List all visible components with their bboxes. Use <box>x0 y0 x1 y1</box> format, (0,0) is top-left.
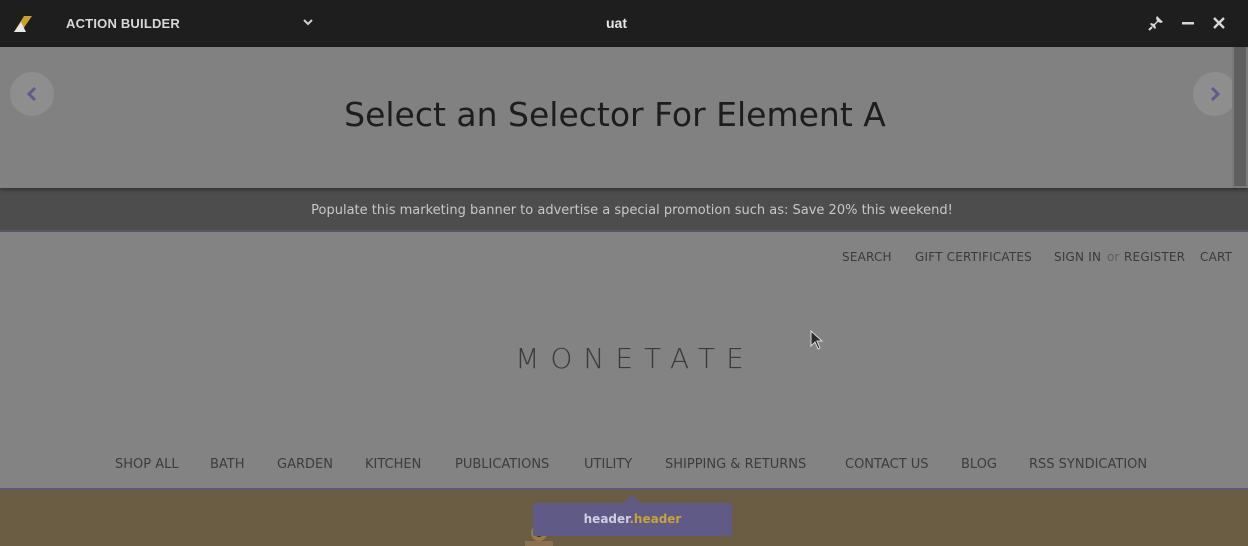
nav-bath[interactable]: BATH <box>210 457 245 472</box>
minimize-icon[interactable] <box>1179 14 1197 32</box>
nav-kitchen[interactable]: KITCHEN <box>365 457 421 472</box>
pin-icon[interactable] <box>1147 14 1165 32</box>
promo-banner: Populate this marketing banner to advert… <box>0 188 1248 232</box>
gift-certificates-link[interactable]: GIFT CERTIFICATES <box>915 250 1032 264</box>
selector-class: header <box>633 512 682 526</box>
sign-in-link[interactable]: SIGN IN <box>1054 250 1101 264</box>
next-button[interactable] <box>1193 72 1237 116</box>
close-icon[interactable] <box>1210 14 1228 32</box>
nav-shipping-returns[interactable]: SHIPPING & RETURNS <box>665 457 806 472</box>
or-text: or <box>1107 250 1120 264</box>
nav-utility[interactable]: UTILITY <box>584 457 632 472</box>
brand-logo-text[interactable]: MONETATE <box>0 342 1248 375</box>
cart-link[interactable]: CART <box>1200 250 1232 264</box>
selector-tooltip-text: header.header <box>584 512 682 526</box>
selector-tooltip[interactable]: header.header <box>533 503 732 536</box>
chevron-down-icon[interactable] <box>302 16 314 28</box>
search-link[interactable]: SEARCH <box>842 250 892 264</box>
nav-garden[interactable]: GARDEN <box>277 457 333 472</box>
chevron-right-icon <box>1210 86 1221 102</box>
action-builder-toolbar: ACTION BUILDER uat <box>0 0 1248 47</box>
panel-title: Select an Selector For Element A <box>344 95 886 134</box>
site-header[interactable]: SEARCH GIFT CERTIFICATES SIGN IN or REGI… <box>0 234 1248 488</box>
register-link[interactable]: REGISTER <box>1124 250 1185 264</box>
mouse-cursor-icon <box>810 330 824 350</box>
nav-contact-us[interactable]: CONTACT US <box>845 457 929 472</box>
scrollbar-thumb[interactable] <box>1234 47 1246 186</box>
selector-panel: Select an Selector For Element A <box>0 47 1248 188</box>
environment-label: uat <box>606 15 627 31</box>
nav-rss-syndication[interactable]: RSS SYNDICATION <box>1029 457 1147 472</box>
promo-text: Populate this marketing banner to advert… <box>311 203 953 218</box>
nav-publications[interactable]: PUBLICATIONS <box>455 457 549 472</box>
selector-tag: header <box>583 512 630 526</box>
panel-scrollbar[interactable] <box>1232 47 1248 188</box>
builder-title: ACTION BUILDER <box>66 16 181 31</box>
logo-icon <box>14 16 32 32</box>
nav-shop-all[interactable]: SHOP ALL <box>115 457 179 472</box>
tooltip-arrow <box>624 495 640 503</box>
nav-blog[interactable]: BLOG <box>961 457 997 472</box>
